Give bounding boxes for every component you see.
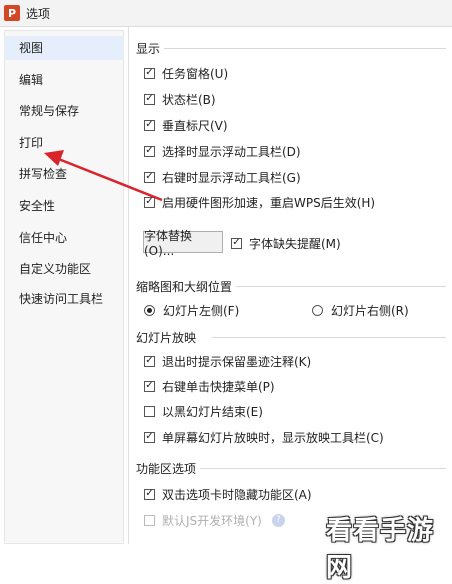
annotation-arrow [44,150,163,202]
arrow-head-icon [44,150,64,166]
arrow-shaft [55,156,163,202]
watermark: 看看手游网 [326,516,435,583]
